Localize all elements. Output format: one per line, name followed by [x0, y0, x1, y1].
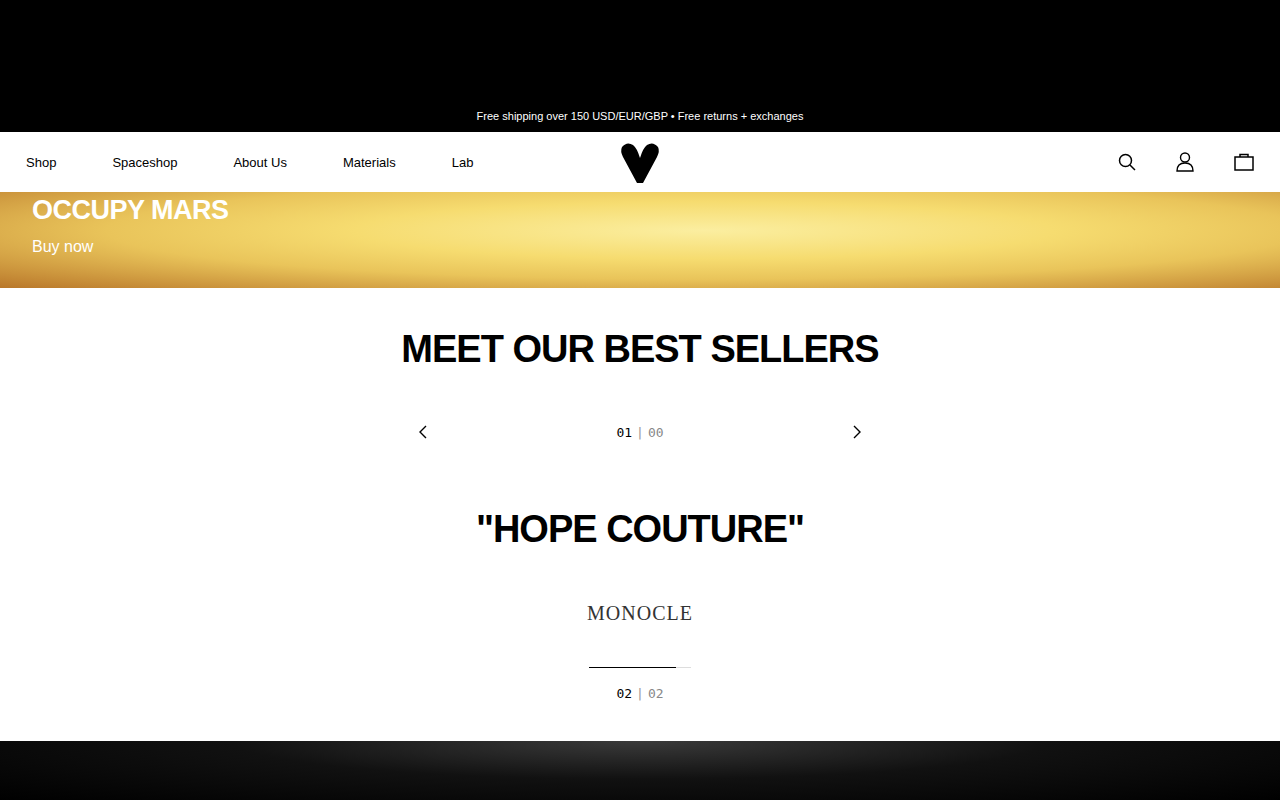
account-button[interactable] [1176, 152, 1194, 172]
announcement-bar: Free shipping over 150 USD/EUR/GBP • Fre… [0, 0, 1280, 132]
bag-button[interactable] [1234, 153, 1254, 171]
nav-icons [1118, 152, 1254, 172]
next-button[interactable] [844, 420, 870, 444]
press-section: "HOPE COUTURE" MONOCLE 02 | 02 [0, 444, 1280, 741]
page: Free shipping over 150 USD/EUR/GBP • Fre… [0, 0, 1280, 800]
carousel-controls: 01 | 00 [410, 420, 870, 444]
v-logo-icon[interactable] [619, 141, 661, 185]
press-progress [589, 667, 691, 668]
press-source: MONOCLE [587, 602, 693, 625]
nav-link[interactable]: Spaceshop [112, 155, 177, 170]
search-button[interactable] [1118, 153, 1136, 171]
bag-icon[interactable] [1234, 153, 1254, 171]
chevron-left-icon[interactable] [418, 424, 428, 440]
buy-now-link[interactable]: Buy now [32, 238, 1248, 256]
best-sellers-title: MEET OUR BEST SELLERS [401, 326, 878, 372]
dark-banner [0, 741, 1280, 800]
nav-link[interactable]: Materials [343, 155, 396, 170]
press-quote: "HOPE COUTURE" [476, 506, 804, 552]
hero-banner: OCCUPY MARS Buy now [0, 192, 1280, 288]
hero-title: OCCUPY MARS [32, 194, 1248, 226]
main-nav: Shop Spaceshop About Us Materials Lab [0, 132, 1280, 192]
press-progress-fill [589, 667, 676, 668]
search-icon[interactable] [1118, 153, 1136, 171]
announcement-text: Free shipping over 150 USD/EUR/GBP • Fre… [477, 110, 804, 122]
nav-links: Shop Spaceshop About Us Materials Lab [26, 155, 473, 170]
nav-link[interactable]: About Us [233, 155, 286, 170]
nav-link[interactable]: Lab [452, 155, 474, 170]
brand-logo[interactable] [619, 141, 661, 189]
user-icon[interactable] [1176, 152, 1194, 172]
carousel-counter: 01 | 00 [616, 425, 663, 440]
best-sellers-section: MEET OUR BEST SELLERS 01 | 00 [0, 288, 1280, 444]
chevron-right-icon[interactable] [852, 424, 862, 440]
nav-link[interactable]: Shop [26, 155, 56, 170]
prev-button[interactable] [410, 420, 436, 444]
press-counter: 02 | 02 [616, 686, 663, 701]
